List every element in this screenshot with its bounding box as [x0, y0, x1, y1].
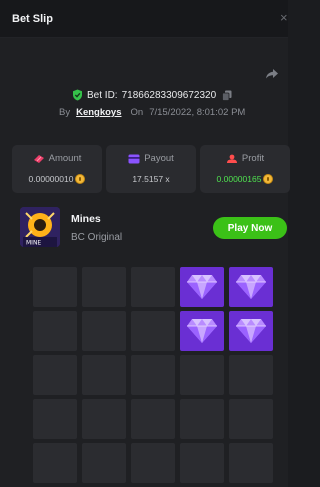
- by-label: By: [59, 107, 71, 118]
- mine-tile: [33, 355, 77, 395]
- coin-icon: [75, 174, 86, 184]
- gem-icon: [236, 319, 266, 343]
- on-label: On: [130, 107, 144, 118]
- mine-tile-gem: [229, 267, 273, 307]
- mines-logo-icon: MINE: [20, 207, 60, 247]
- amount-value: 0.00000010: [28, 174, 74, 184]
- copy-icon[interactable]: [222, 90, 232, 101]
- share-icon[interactable]: [265, 68, 279, 80]
- bet-stats: Amount 0.00000010 Payout 17.5157 x Profi…: [12, 145, 292, 193]
- shield-check-icon: [73, 89, 82, 101]
- close-icon[interactable]: ×: [280, 11, 290, 25]
- mine-tile: [131, 311, 175, 351]
- mine-tile: [229, 443, 273, 483]
- payout-icon: [128, 154, 140, 163]
- mine-tile: [131, 399, 175, 439]
- bet-datetime: 7/15/2022, 8:01:02 PM: [149, 107, 246, 118]
- amount-label: Amount: [48, 153, 82, 164]
- payout-card: Payout 17.5157 x: [106, 145, 196, 193]
- gem-icon: [187, 275, 217, 299]
- mine-tile: [180, 399, 224, 439]
- mine-tile: [33, 399, 77, 439]
- mine-tile-gem: [180, 267, 224, 307]
- mine-tile: [82, 399, 126, 439]
- mine-tile: [180, 443, 224, 483]
- profit-value: 0.00000165: [216, 174, 262, 184]
- profit-label: Profit: [241, 153, 265, 164]
- coin-icon: [263, 174, 274, 184]
- gem-icon: [236, 275, 266, 299]
- profit-icon: [226, 154, 237, 163]
- payout-label: Payout: [144, 153, 174, 164]
- mine-tile: [131, 355, 175, 395]
- bet-id-label: Bet ID:: [87, 89, 118, 101]
- game-subtitle: BC Original: [71, 232, 123, 243]
- mine-tile-gem: [229, 311, 273, 351]
- mine-tile: [33, 311, 77, 351]
- bet-id-row: Bet ID: 71866283309672320: [72, 88, 232, 102]
- mine-tile: [229, 399, 273, 439]
- mine-tile: [33, 267, 77, 307]
- play-now-button[interactable]: Play Now: [213, 217, 287, 239]
- mine-tile: [229, 355, 273, 395]
- mine-tile: [131, 267, 175, 307]
- mine-tile: [180, 355, 224, 395]
- game-name: Mines: [71, 213, 101, 225]
- bet-byline: By Kengkoys On 7/15/2022, 8:01:02 PM: [59, 107, 245, 118]
- mine-tile: [82, 355, 126, 395]
- amount-icon: [33, 154, 44, 163]
- amount-card: Amount 0.00000010: [12, 145, 102, 193]
- mine-tile: [82, 443, 126, 483]
- header: Bet Slip ×: [0, 0, 288, 38]
- mine-tile: [82, 267, 126, 307]
- profit-card: Profit 0.00000165: [200, 145, 290, 193]
- mine-tile: [33, 443, 77, 483]
- page-title: Bet Slip: [12, 13, 53, 25]
- thumb-text: MINE: [26, 240, 41, 247]
- payout-value: 17.5157 x: [132, 174, 170, 184]
- bet-slip-window: Bet Slip × Bet ID: 71866283309672320 By …: [0, 0, 290, 487]
- bet-id-value: 71866283309672320: [121, 89, 217, 101]
- user-link[interactable]: Kengkoys: [76, 107, 121, 118]
- mine-tile: [82, 311, 126, 351]
- mines-thumbnail[interactable]: MINE: [20, 207, 60, 247]
- mines-grid: [33, 267, 273, 487]
- mine-tile: [131, 443, 175, 483]
- gem-icon: [187, 319, 217, 343]
- game-row: MINE Mines BC Original Play Now: [12, 200, 288, 252]
- mine-tile-gem: [180, 311, 224, 351]
